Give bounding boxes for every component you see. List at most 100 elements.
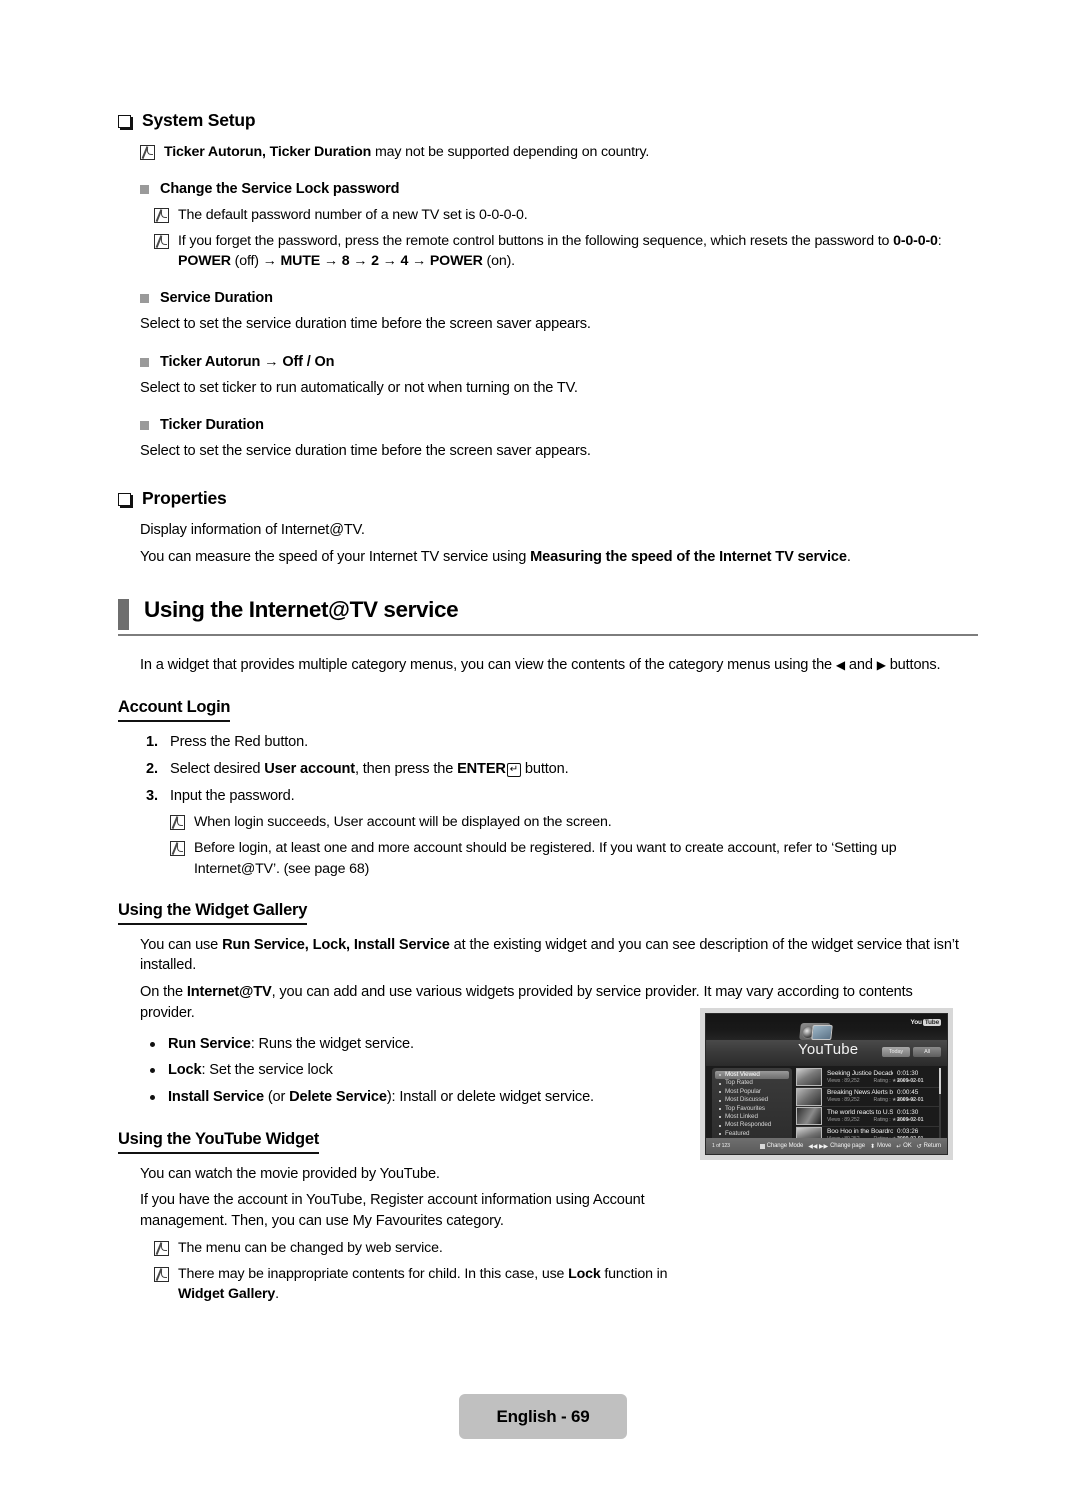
gray-square-bullet-icon: [140, 185, 149, 195]
account-login-step-1: 1. Press the Red button.: [146, 732, 978, 753]
tv-category-sidebar[interactable]: Most Viewed Top Rated Most Popular Most …: [712, 1068, 792, 1146]
category-most-popular[interactable]: Most Popular: [715, 1088, 789, 1096]
return-icon: ↺: [916, 1142, 922, 1150]
color-key-icon: [759, 1143, 765, 1149]
video-views: Views : 89,252: [827, 1097, 860, 1104]
bullet-bold-2: Delete Service: [289, 1089, 387, 1105]
dot-bullet-icon: [150, 1041, 155, 1047]
video-duration: 0:01:30: [897, 1069, 919, 1077]
tv-video-list[interactable]: Seeking Justice Decades Later Views : 89…: [796, 1068, 941, 1145]
tab-today[interactable]: Today: [882, 1047, 910, 1057]
hint-ok[interactable]: ↵ OK: [896, 1142, 912, 1150]
hint-move-label: Move: [876, 1143, 892, 1149]
tv-tabs[interactable]: Today All: [882, 1047, 941, 1057]
video-duration: 0:00:45: [897, 1089, 919, 1097]
video-thumbnail: [796, 1107, 822, 1126]
category-featured[interactable]: Featured: [715, 1130, 789, 1138]
section-intro-pre: In a widget that provides multiple categ…: [140, 657, 836, 674]
wg-p2-pre: On the: [140, 984, 187, 1001]
category-top-favourites[interactable]: Top Favourites: [715, 1105, 789, 1113]
seq-power-off-bold: POWER: [178, 253, 231, 270]
video-views: Views : 89,252: [827, 1116, 860, 1123]
service-duration-heading-row: Service Duration: [140, 289, 978, 308]
seq-arrow-4: →: [382, 253, 397, 270]
video-duration: 0:01:30: [897, 1108, 919, 1116]
video-list-scrollbar[interactable]: [939, 1068, 941, 1142]
right-arrow-icon: ▶: [876, 658, 886, 673]
category-most-viewed[interactable]: Most Viewed: [715, 1071, 789, 1080]
note2-password: 0-0-0-0: [893, 233, 938, 250]
properties-line2-post: .: [846, 548, 851, 565]
section-intro-post: buttons.: [885, 657, 941, 674]
hint-return[interactable]: ↺ Return: [917, 1143, 941, 1150]
wg-p1-pre: You can use: [140, 936, 223, 953]
tv-footer-bar: 1 of 123 Change Mode ◀◀ ▶▶ Change page ⬍ M…: [706, 1138, 947, 1154]
youtube-widget-paragraph-2: If you have the account in YouTube, Regi…: [140, 1192, 645, 1230]
youtube-widget-note1-text: The menu can be changed by web service.: [178, 1239, 443, 1256]
seq-arrow-3: →: [353, 253, 368, 270]
video-meta: Breaking News Alerts by E-Mail Views : 8…: [827, 1089, 915, 1104]
video-views: Views : 89,252: [827, 1077, 860, 1084]
seq-power-on-note: (on).: [482, 253, 516, 270]
seq-2: 2: [367, 253, 383, 270]
bullet-rest: : Runs the widget service.: [250, 1035, 414, 1052]
hint-move[interactable]: ⬍ Move: [870, 1143, 891, 1150]
bullet-bold: Install Service: [168, 1089, 264, 1105]
video-row[interactable]: The world reacts to U.S. bailout plan Vi…: [796, 1107, 941, 1127]
widget-gallery-heading: Using the Widget Gallery: [118, 901, 307, 925]
video-title: The world reacts to U.S. bailout plan: [827, 1108, 893, 1116]
square-outline-bullet-icon: [118, 493, 131, 507]
video-row[interactable]: Breaking News Alerts by E-Mail Views : 8…: [796, 1087, 941, 1107]
youtube-widget-note2-row: There may be inappropriate contents for …: [154, 1264, 978, 1304]
hint-change-mode-label: Change Mode: [766, 1143, 804, 1149]
youtube-logo-tube: Tube: [922, 1019, 941, 1026]
service-lock-heading-row: Change the Service Lock password: [140, 180, 978, 199]
yt-note2-pre: There may be inappropriate contents for …: [178, 1266, 569, 1283]
account-login-note1-text: When login succeeds, User account will b…: [194, 814, 612, 831]
tv-key-hints: Change Mode ◀◀ ▶▶ Change page ⬍ Move ↵ OK ↺…: [759, 1142, 941, 1150]
rewind-forward-icon: ◀◀ ▶▶: [808, 1142, 829, 1150]
square-outline-bullet-icon: [118, 115, 131, 128]
category-top-rated[interactable]: Top Rated: [715, 1079, 789, 1087]
youtube-widget-screenshot: YouTube You Tube Today All Most Viewed To…: [700, 1008, 953, 1160]
bullet-bold: Run Service: [168, 1035, 251, 1052]
video-right-col: 0:00:45 2009-02-01: [893, 1089, 941, 1104]
video-title: Seeking Justice Decades Later: [827, 1069, 893, 1077]
category-most-discussed[interactable]: Most Discussed: [715, 1096, 789, 1104]
step2-pre: Select desired: [170, 760, 265, 777]
hint-change-mode[interactable]: Change Mode: [759, 1143, 804, 1149]
ticker-duration-heading: Ticker Duration: [160, 417, 264, 434]
bullet-mid: (or: [263, 1089, 290, 1105]
service-lock-heading: Change the Service Lock password: [160, 181, 400, 198]
video-right-col: 0:01:30 2009-02-01: [893, 1070, 941, 1085]
note-icon: [154, 234, 169, 250]
video-substats: Views : 89,252 Rating : ★★★★★: [827, 1097, 915, 1104]
ticker-autorun-label: Ticker Autorun: [160, 353, 265, 370]
category-most-linked[interactable]: Most Linked: [715, 1113, 789, 1121]
video-meta: Seeking Justice Decades Later Views : 89…: [827, 1069, 915, 1085]
widget-gallery-heading-wrap: Using the Widget Gallery: [118, 901, 978, 925]
ticker-autorun-heading: Ticker Autorun → Off / On: [160, 353, 978, 372]
hint-change-page[interactable]: ◀◀ ▶▶ Change page: [808, 1143, 865, 1150]
scrollbar-thumb[interactable]: [939, 1068, 941, 1094]
yt-note2-widget-gallery: Widget Gallery: [178, 1286, 276, 1303]
ticker-autorun-text: Select to set ticker to run automaticall…: [140, 379, 578, 396]
step-text: Input the password.: [170, 787, 295, 804]
seq-4: 4: [396, 253, 413, 270]
step2-enter-label: ENTER: [457, 760, 506, 777]
gray-square-bullet-icon: [140, 421, 149, 431]
category-most-responded[interactable]: Most Responded: [715, 1121, 789, 1129]
note2-post: :: [937, 233, 942, 250]
page-indicator: 1 of 123: [712, 1143, 730, 1149]
yt-note2-lock: Lock: [568, 1266, 601, 1283]
system-setup-note-row: Ticker Autorun, Ticker Duration may not …: [140, 142, 978, 162]
tab-all[interactable]: All: [913, 1047, 941, 1057]
step-number: 2.: [146, 760, 158, 777]
video-row[interactable]: Seeking Justice Decades Later Views : 89…: [796, 1068, 941, 1088]
seq-8: 8: [337, 253, 354, 270]
step-text: Select desired User account, then press …: [170, 759, 569, 780]
step2-post: button.: [521, 760, 569, 777]
enter-icon: ↵: [896, 1142, 902, 1150]
gray-square-bullet-icon: [140, 294, 149, 304]
video-thumbnail: [796, 1087, 822, 1106]
